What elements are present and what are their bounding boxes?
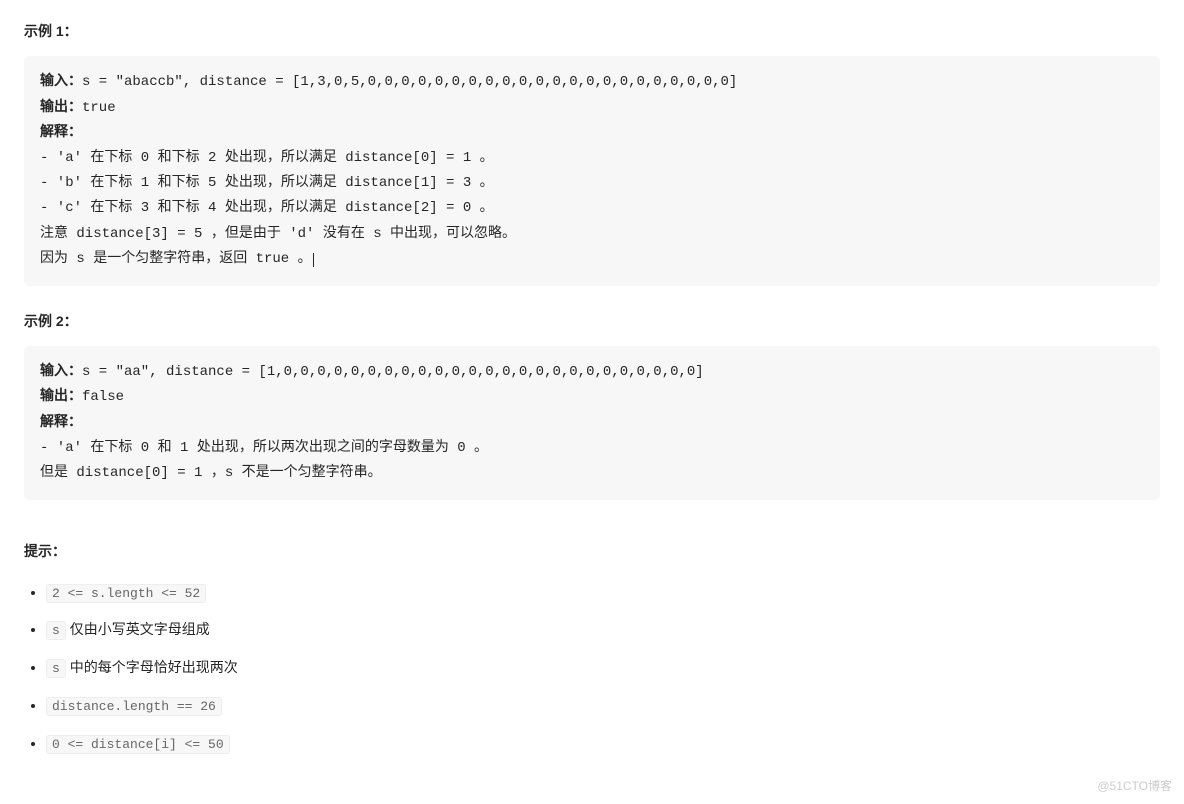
hint-text: 仅由小写英文字母组成: [66, 621, 210, 637]
input-label: 输入：: [40, 364, 82, 380]
explain-line: - 'a' 在下标 0 和 1 处出现，所以两次出现之间的字母数量为 0 。: [40, 440, 488, 456]
hint-code: s: [46, 621, 66, 640]
text-cursor: [313, 253, 314, 267]
hint-item: distance.length == 26: [46, 694, 1160, 718]
explain-line: 因为 s 是一个匀整字符串，返回 true 。: [40, 251, 312, 267]
input-label: 输入：: [40, 74, 82, 90]
output-label: 输出：: [40, 389, 82, 405]
example-1-block: 输入：s = "abaccb", distance = [1,3,0,5,0,0…: [24, 56, 1160, 286]
output-value: false: [82, 389, 124, 405]
hint-item: 2 <= s.length <= 52: [46, 581, 1160, 605]
hints-title: 提示：: [24, 540, 1160, 562]
hint-code: s: [46, 659, 66, 678]
input-value: s = "aa", distance = [1,0,0,0,0,0,0,0,0,…: [82, 364, 704, 380]
explain-label: 解释：: [40, 415, 82, 431]
explain-line: 但是 distance[0] = 1 ，s 不是一个匀整字符串。: [40, 465, 382, 481]
hint-code: 2 <= s.length <= 52: [46, 584, 206, 603]
example-2-block: 输入：s = "aa", distance = [1,0,0,0,0,0,0,0…: [24, 346, 1160, 500]
explain-label: 解释：: [40, 125, 82, 141]
explain-line: - 'a' 在下标 0 和下标 2 处出现，所以满足 distance[0] =…: [40, 150, 494, 166]
explain-line: - 'b' 在下标 1 和下标 5 处出现，所以满足 distance[1] =…: [40, 175, 494, 191]
output-value: true: [82, 100, 116, 116]
explain-line: - 'c' 在下标 3 和下标 4 处出现，所以满足 distance[2] =…: [40, 200, 494, 216]
hint-item: 0 <= distance[i] <= 50: [46, 732, 1160, 756]
example-2-title: 示例 2：: [24, 310, 1160, 332]
explain-line: 注意 distance[3] = 5 ，但是由于 'd' 没有在 s 中出现，可…: [40, 226, 516, 242]
hint-code: distance.length == 26: [46, 697, 222, 716]
output-label: 输出：: [40, 100, 82, 116]
hint-item: s 仅由小写英文字母组成: [46, 618, 1160, 642]
watermark: @51CTO博客: [1097, 777, 1172, 796]
example-1-title: 示例 1：: [24, 20, 1160, 42]
hint-text: 中的每个字母恰好出现两次: [66, 659, 238, 675]
hints-list: 2 <= s.length <= 52 s 仅由小写英文字母组成 s 中的每个字…: [24, 581, 1160, 756]
hint-item: s 中的每个字母恰好出现两次: [46, 656, 1160, 680]
input-value: s = "abaccb", distance = [1,3,0,5,0,0,0,…: [82, 74, 737, 90]
hint-code: 0 <= distance[i] <= 50: [46, 735, 230, 754]
